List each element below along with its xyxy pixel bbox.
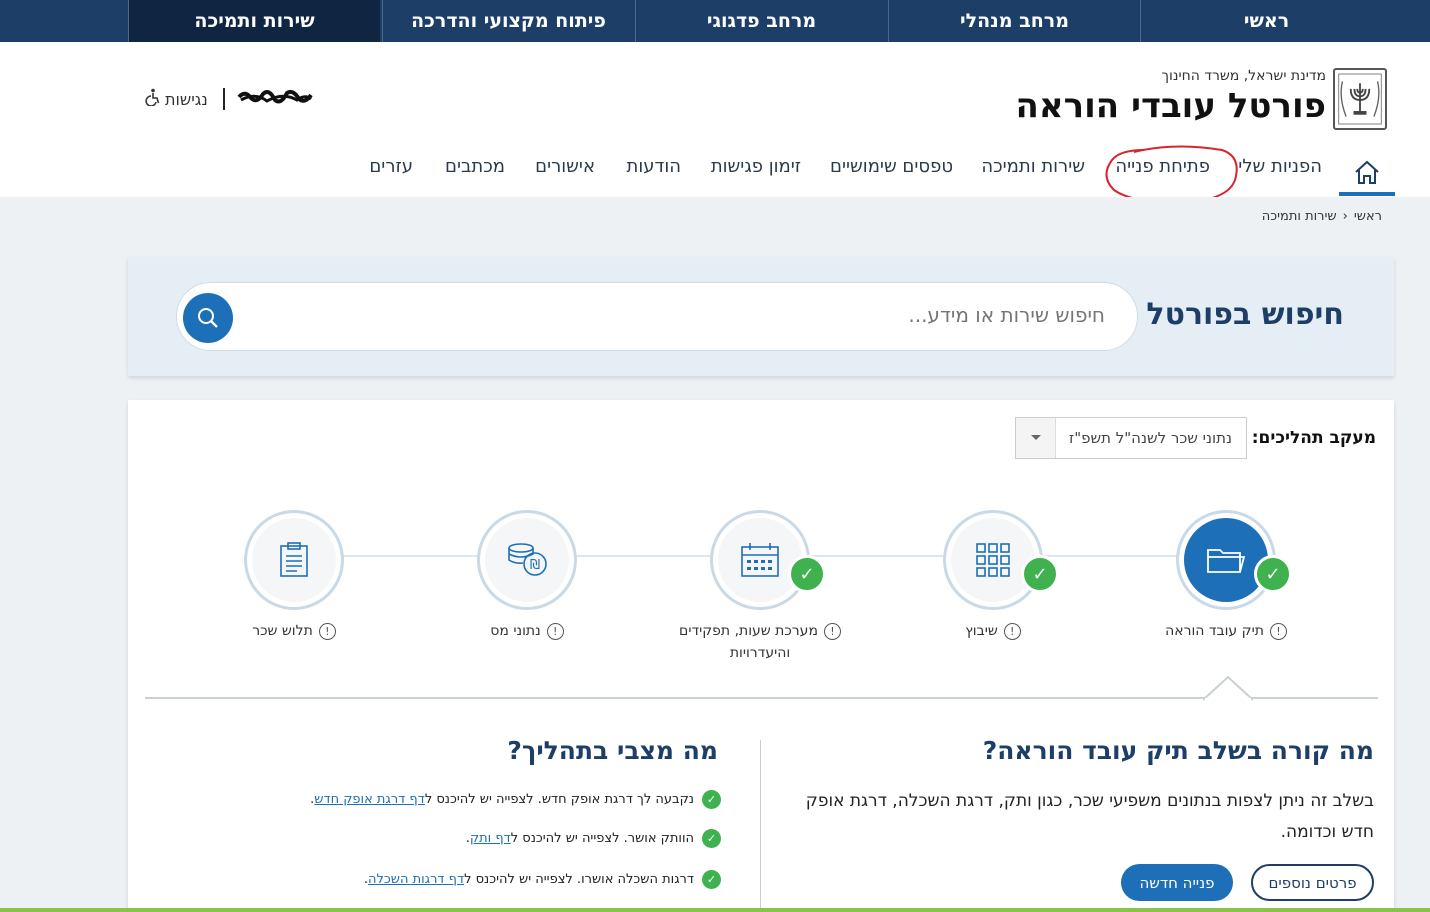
status-item: ✓ דרגות השכלה אושרו. לצפייה יש להיכנס לד…	[364, 870, 721, 889]
status-item-link[interactable]: דף דרגות השכלה	[368, 872, 464, 887]
nav-item-tools[interactable]: עזרים	[369, 156, 413, 177]
details-heading: מה קורה בשלב תיק עובד הוראה?	[982, 736, 1374, 765]
nav-item-letters[interactable]: מכתבים	[445, 156, 505, 177]
status-item-text: דרגות השכלה אושרו. לצפייה יש להיכנס לדף …	[363, 872, 694, 887]
check-icon: ✓	[702, 790, 721, 809]
status-item: ✓ הוותק אושר. לצפייה יש להיכנס לדף ותק.	[466, 829, 721, 848]
search-button[interactable]	[183, 293, 233, 343]
folder-icon	[1207, 549, 1246, 573]
status-item-link[interactable]: דף דרגת אופק חדש	[314, 792, 425, 807]
tracking-label: מעקב תהליכים:	[1251, 428, 1376, 448]
wheelchair-icon	[143, 88, 161, 110]
topbar-item-support[interactable]: שירות ותמיכה	[128, 0, 380, 42]
step-done-check-icon: ✓	[1254, 555, 1292, 593]
chevron-left-icon: ‹	[1342, 209, 1348, 224]
info-icon[interactable]: !	[318, 622, 336, 640]
topbar-item-pedagogy[interactable]: מרחב פדגוגי	[635, 0, 887, 42]
svg-text:₪: ₪	[530, 558, 540, 573]
tracking-select-value: נתוני שכר לשנה"ל תשפ"ז	[1069, 429, 1232, 447]
topbar-item-admin[interactable]: מרחב מנהלי	[888, 0, 1140, 42]
portal-title: פורטל עובדי הוראה	[1015, 86, 1327, 126]
nav-item-my-requests[interactable]: הפניות שלי	[1238, 156, 1322, 177]
search-card: חיפוש בפורטל	[128, 257, 1394, 376]
accessibility-label: נגישות	[165, 89, 208, 109]
tracking-select[interactable]: נתוני שכר לשנה"ל תשפ"ז	[1015, 417, 1247, 459]
info-icon[interactable]: !	[546, 622, 564, 640]
active-step-pointer	[1203, 676, 1253, 702]
step-done-check-icon: ✓	[1021, 555, 1059, 593]
header-divider	[223, 88, 225, 110]
status-item: ✓ נקבעה לך דרגת אופק חדש. לצפייה יש להיכ…	[310, 790, 721, 809]
step-label-teacher-file: !תיק עובד הוראה	[1136, 620, 1316, 642]
step-label-tax-data: !נתוני מס	[437, 620, 617, 642]
caret-down-icon	[1016, 418, 1056, 458]
breadcrumb-current: שירות ותמיכה	[1261, 209, 1337, 224]
process-tracking-card: מעקב תהליכים: נתוני שכר לשנה"ל תשפ"ז ✓ !…	[128, 400, 1394, 912]
breadcrumb: ראשי ‹ שירות ותמיכה	[1262, 209, 1382, 224]
topbar-item-home[interactable]: ראשי	[1140, 0, 1392, 42]
info-icon[interactable]: !	[823, 622, 841, 640]
check-icon: ✓	[702, 870, 721, 889]
nav-item-meetings[interactable]: זימון פגישות	[711, 156, 801, 177]
info-icon[interactable]: !	[1003, 622, 1021, 640]
top-bar: ראשי מרחב מנהלי מרחב פדגוגי פיתוח מקצועי…	[0, 0, 1430, 42]
bottom-accent-bar	[0, 908, 1430, 912]
nav-item-approvals[interactable]: אישורים	[535, 156, 595, 177]
step-label-payslip: !תלוש שכר	[204, 620, 384, 642]
grid-icon	[976, 543, 1010, 577]
search-icon	[198, 308, 218, 328]
step-label-schedule: !מערכת שעות, תפקידים והיעדרויות	[670, 620, 850, 664]
step-label-placement: !שיבוץ	[903, 620, 1083, 642]
more-details-button[interactable]: פרטים נוספים	[1251, 864, 1374, 901]
nav-home[interactable]	[1339, 150, 1395, 196]
info-icon[interactable]: !	[1269, 622, 1287, 640]
status-item-text: נקבעה לך דרגת אופק חדש. לצפייה יש להיכנס…	[310, 792, 694, 807]
step-payslip[interactable]	[244, 510, 344, 610]
status-heading: מה מצבי בתהליך?	[507, 736, 718, 765]
nav-item-forms[interactable]: טפסים שימושיים	[830, 156, 953, 177]
column-divider	[760, 740, 761, 912]
status-item-text: הוותק אושר. לצפייה יש להיכנס לדף ותק.	[465, 831, 694, 846]
nav-item-messages[interactable]: הודעות	[627, 156, 682, 177]
search-title: חיפוש בפורטל	[1146, 297, 1344, 332]
status-item-link[interactable]: דף ותק	[470, 831, 511, 846]
step-done-check-icon: ✓	[788, 555, 826, 593]
nav-item-support[interactable]: שירות ותמיכה	[981, 156, 1085, 177]
nav-active-indicator	[1339, 192, 1395, 196]
accessibility-link[interactable]: נגישות	[143, 88, 208, 110]
search-box	[176, 282, 1138, 351]
step-tax-data[interactable]: ₪	[477, 510, 577, 610]
new-request-button[interactable]: פנייה חדשה	[1121, 864, 1233, 901]
topbar-item-training[interactable]: פיתוח מקצועי והדרכה	[382, 0, 634, 42]
home-icon	[1355, 160, 1379, 184]
section-divider	[145, 697, 1378, 699]
header: מדינת ישראל, משרד החינוך פורטל עובדי הור…	[0, 42, 1430, 204]
ministry-name: מדינת ישראל, משרד החינוך	[1161, 68, 1327, 84]
red-annotation-circle	[1105, 145, 1238, 204]
check-icon: ✓	[702, 829, 721, 848]
search-input[interactable]	[305, 303, 1105, 327]
calendar-icon	[741, 543, 779, 577]
details-body: בשלב זה ניתן לצפות בנתונים משפיעי שכר, כ…	[805, 791, 1374, 842]
clipboard-icon	[280, 542, 308, 577]
redacted-username-scribble	[237, 89, 313, 104]
breadcrumb-home[interactable]: ראשי	[1354, 209, 1382, 224]
state-emblem-icon	[1333, 68, 1387, 130]
coins-icon: ₪	[508, 543, 547, 576]
